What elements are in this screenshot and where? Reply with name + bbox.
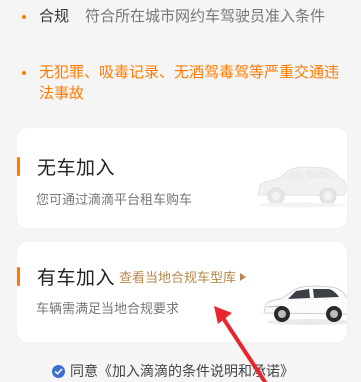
driver-join-page: 合规 符合所在城市网约车驾驶员准入条件 无犯罪、吸毒记录、无酒驾毒驾等严重交通违… xyxy=(0,0,361,382)
requirement-no-record: 无犯罪、吸毒记录、无酒驾毒驾等严重交通违法事故 xyxy=(22,62,343,104)
car-illustration-icon xyxy=(263,285,347,325)
agreement-text: 同意《加入滴滴的条件说明和承诺》 xyxy=(70,364,294,380)
caret-right-icon xyxy=(240,273,247,281)
card-title: 无车加入 xyxy=(37,157,116,179)
bullet-dot-icon xyxy=(22,15,26,19)
compliant-car-models-link[interactable]: 查看当地合规车型库 xyxy=(119,267,247,286)
accent-bar-icon xyxy=(17,267,20,286)
requirement-title: 合规 xyxy=(39,7,70,25)
accent-bar-icon xyxy=(17,157,20,176)
join-with-car-card[interactable]: 有车加入 查看当地合规车型库 车辆需满足当地合规要求 xyxy=(17,242,347,342)
car-illustration-icon xyxy=(257,166,347,208)
bullet-dot-icon xyxy=(22,71,26,75)
join-without-car-card[interactable]: 无车加入 您可通过滴滴平台租车购车 xyxy=(17,128,347,228)
card-subtitle: 您可通过滴滴平台租车购车 xyxy=(36,193,193,208)
requirement-text: 无犯罪、吸毒记录、无酒驾毒驾等严重交通违法事故 xyxy=(39,63,340,102)
link-label: 查看当地合规车型库 xyxy=(119,271,237,286)
card-title: 有车加入 xyxy=(37,267,116,289)
requirement-desc: 符合所在城市网约车驾驶员准入条件 xyxy=(85,7,326,25)
card-subtitle: 车辆需满足当地合规要求 xyxy=(36,302,180,317)
agreement-row[interactable]: 同意《加入滴滴的条件说明和承诺》 xyxy=(52,361,294,381)
